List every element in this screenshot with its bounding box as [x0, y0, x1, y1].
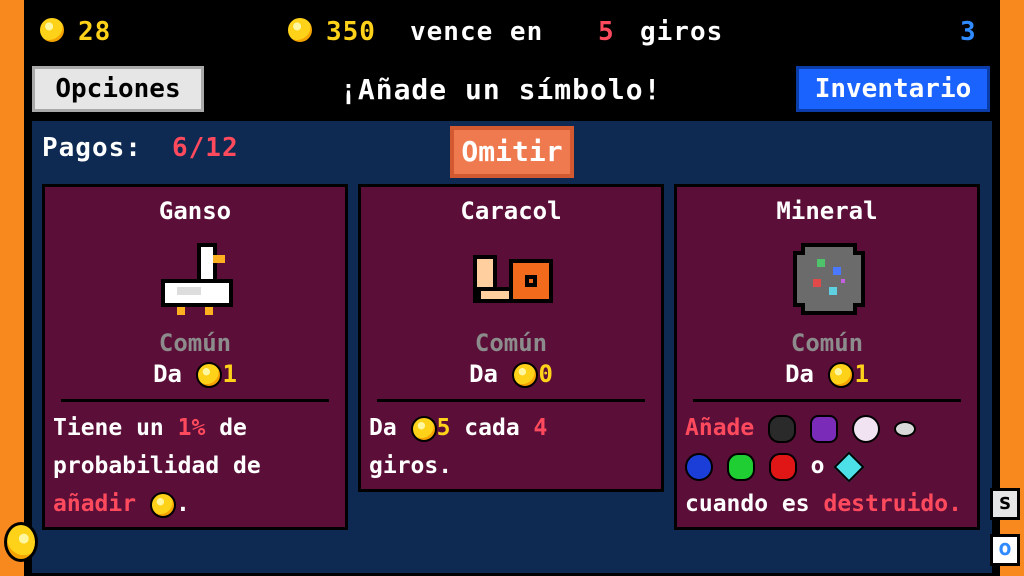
coin-count: 28: [78, 17, 112, 47]
card-description: Tiene un 1% de probabilidad de añadir .: [53, 409, 339, 523]
desc-percent: 1%: [177, 415, 206, 441]
payments-value: 6/12: [172, 133, 239, 163]
snail-icon: [473, 255, 553, 303]
stone-icon: [893, 420, 916, 437]
counter-value: 3: [960, 17, 977, 47]
desc-text: cada: [464, 415, 520, 441]
skip-label: Omitir: [461, 135, 563, 168]
card-rarity: Común: [790, 329, 864, 357]
coin-icon: [410, 415, 437, 442]
coin-icon: [4, 522, 38, 562]
symbol-card-snail[interactable]: Caracol Común Da 0 Da 5 cada 4 giros.: [358, 184, 664, 492]
sapphire-icon: [685, 452, 713, 481]
card-description: Da 5 cada 4 giros.: [369, 409, 655, 485]
desc-text: Da: [369, 415, 397, 441]
desc-every: 4: [533, 415, 548, 441]
desc-text: cuando es: [685, 491, 810, 517]
pays-word: Da: [469, 360, 498, 388]
amethyst-icon: [809, 414, 838, 443]
card-description: Añade o cuando es destruido.: [685, 409, 971, 523]
card-rarity: Común: [158, 329, 232, 357]
card-pays: Da 1: [677, 359, 977, 389]
card-divider: [377, 399, 645, 402]
prompt-title: ¡Añade un símbolo!: [340, 73, 662, 106]
pays-value: 0: [538, 360, 553, 388]
pays-word: Da: [153, 360, 182, 388]
coin-icon: [196, 362, 223, 388]
pearl-icon: [851, 414, 880, 443]
options-label: Opciones: [55, 74, 181, 104]
rent-due-text: vence en: [410, 17, 544, 47]
goose-icon: [161, 243, 233, 315]
coin-icon: [286, 16, 314, 44]
emerald-icon: [726, 452, 755, 481]
desc-amount: 5: [436, 415, 451, 441]
spins-word: giros: [640, 17, 724, 47]
pays-value: 1: [222, 360, 237, 388]
desc-keyword: Añade: [685, 415, 755, 441]
side-button-top[interactable]: s: [990, 488, 1020, 520]
card-name: Mineral: [776, 197, 878, 225]
card-divider: [61, 399, 329, 402]
coal-icon: [768, 414, 797, 443]
coin-icon: [512, 362, 539, 388]
desc-text: giros.: [369, 453, 453, 479]
coin-icon: [38, 16, 66, 44]
inventory-button[interactable]: Inventario: [796, 66, 990, 112]
desc-text: o: [810, 453, 825, 479]
desc-keyword: añadir: [53, 491, 137, 517]
card-rarity: Común: [474, 329, 548, 357]
coin-icon: [828, 362, 855, 388]
desc-text: Tiene un: [53, 415, 164, 441]
desc-text: .: [175, 491, 190, 517]
payments-label: Pagos:: [42, 133, 142, 163]
symbol-card-goose[interactable]: Ganso Común Da 1 Tiene un 1% de probabil…: [42, 184, 348, 530]
symbol-card-ore[interactable]: Mineral Común Da 1 Añade o cuando es des…: [674, 184, 980, 530]
coin-icon: [149, 491, 176, 518]
ore-icon: [793, 243, 865, 315]
card-name: Ganso: [158, 197, 232, 225]
card-divider: [693, 399, 961, 402]
card-pays: Da 0: [361, 359, 661, 389]
pays-value: 1: [854, 360, 869, 388]
side-button-bottom[interactable]: o: [990, 534, 1020, 566]
desc-keyword: destruido.: [823, 491, 962, 517]
diamond-icon: [833, 450, 865, 483]
spins-left: 5: [598, 17, 615, 47]
ruby-icon: [768, 452, 797, 481]
pays-word: Da: [785, 360, 814, 388]
options-button[interactable]: Opciones: [32, 66, 204, 112]
card-name: Caracol: [460, 197, 562, 225]
card-pays: Da 1: [45, 359, 345, 389]
rent-amount: 350: [326, 17, 376, 47]
inventory-label: Inventario: [814, 74, 972, 104]
skip-button[interactable]: Omitir: [450, 126, 574, 178]
